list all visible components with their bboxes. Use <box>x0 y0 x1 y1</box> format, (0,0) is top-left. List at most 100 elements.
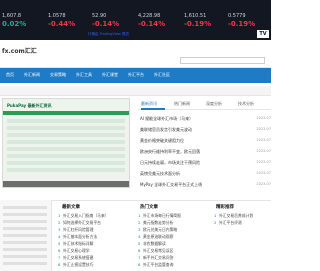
ticker-change: -0.44% <box>48 20 76 28</box>
news-title: MyPay 全球外汇交易平台正式上线 <box>140 182 203 187</box>
article-link[interactable]: 6 外汇交易常见误区 <box>138 248 210 254</box>
ticker-price: 52.90 <box>92 13 107 19</box>
nav-item-news[interactable]: 外汇新闻 <box>24 72 40 78</box>
main-nav: 首页 外汇新闻 交易策略 外汇工具 外汇课堂 外汇平台 外汇社区 <box>0 68 271 83</box>
tab-hot[interactable]: 热门新闻 <box>174 101 190 107</box>
ticker-item[interactable]: 1,610.51 -0.19% <box>184 13 211 28</box>
hero-row <box>7 119 125 123</box>
news-time: 2023-07 <box>256 182 271 186</box>
hero-row <box>7 147 125 151</box>
nav-item-community[interactable]: 外汇社区 <box>154 72 170 78</box>
article-link[interactable]: 8 外汇平台监管查询 <box>138 262 210 268</box>
mini-line <box>3 248 47 251</box>
news-item[interactable]: 英镑兑美元技术面分析 2023-07 <box>140 171 271 179</box>
article-link[interactable]: 1 外汇交易入门指南（马来） <box>58 213 132 219</box>
hero-header-bar <box>3 111 129 115</box>
hero-row <box>7 168 125 172</box>
article-link[interactable]: 1 外汇交易员养成计划 <box>214 213 269 219</box>
ticker-tape: 1,607.8 0.02% 1.0578 -0.44% 52.90 -0.14%… <box>0 0 271 40</box>
article-link[interactable]: 2 如何选择外汇交易平台 <box>58 220 132 226</box>
news-title: 英镑兑美元技术面分析 <box>140 171 180 176</box>
nav-item-strategy[interactable]: 交易策略 <box>50 72 66 78</box>
ticker-item[interactable]: 0.5779 -0.19% <box>228 13 255 28</box>
nav-item-platforms[interactable]: 外汇平台 <box>128 72 144 78</box>
article-link[interactable]: 7 外汇交易系统搭建 <box>58 255 132 261</box>
article-link[interactable]: 3 外汇杠杆风险管理 <box>58 227 132 233</box>
news-item[interactable]: AI 赋能全球外汇市场（马来） 2023-07 <box>140 116 271 124</box>
tab-technical[interactable]: 技术分析 <box>238 101 254 107</box>
article-link[interactable]: 5 非农数据解读 <box>138 241 210 247</box>
news-time: 2023-07 <box>256 127 271 131</box>
news-item[interactable]: 黄金价格突破关键阻力位 2023-07 <box>140 138 271 146</box>
hero-row <box>7 161 125 165</box>
search-input[interactable] <box>180 57 265 64</box>
news-item[interactable]: 欧洲央行维持利率不变，欧元回落 2023-07 <box>140 149 271 157</box>
article-link[interactable]: 4 黄金原油联动观察 <box>138 234 210 240</box>
banner-strip <box>0 86 271 96</box>
hero-row <box>7 154 125 158</box>
article-link[interactable]: 7 新手外汇交易问答 <box>138 255 210 261</box>
ticker-price: 1,607.8 <box>2 13 22 19</box>
hero-row <box>7 140 125 144</box>
article-link[interactable]: 4 外汇基本面分析方法 <box>58 234 132 240</box>
article-link[interactable]: 1 外汇市场每日行情简报 <box>138 213 210 219</box>
ticker-change: -0.14% <box>92 20 120 28</box>
article-link[interactable]: 6 外汇交易心理学 <box>58 248 132 254</box>
column-title-hot: 热门文章 <box>140 205 158 210</box>
mini-line <box>3 220 47 223</box>
ticker-credit-link[interactable]: 行情由 TradingView 提供 <box>88 32 129 37</box>
hero-title: PukaPay 最新外汇资讯 <box>7 103 52 108</box>
news-title: 美联储官员发言引发美元波动 <box>140 127 192 132</box>
tab-analysis[interactable]: 深度分析 <box>206 101 222 107</box>
tab-latest[interactable]: 最新资讯 <box>141 101 157 107</box>
mini-line <box>3 206 47 209</box>
site-logo[interactable]: fx.com汇汇 <box>2 46 37 55</box>
mini-line <box>3 255 47 258</box>
ticker-price: 4,228.98 <box>138 13 161 19</box>
news-title: 欧洲央行维持利率不变，欧元回落 <box>140 149 200 154</box>
news-time: 2023-07 <box>256 138 271 142</box>
nav-item-tools[interactable]: 外汇工具 <box>76 72 92 78</box>
article-link[interactable]: 8 外汇止损设置技巧 <box>58 262 132 268</box>
mini-sidebar <box>0 200 52 271</box>
hero-row <box>7 133 125 137</box>
column-title-latest: 最新文章 <box>62 205 80 210</box>
news-item[interactable]: 日元持续走弱，市场关注干预风险 2023-07 <box>140 160 271 168</box>
news-item[interactable]: 美联储官员发言引发美元波动 2023-07 <box>140 127 271 135</box>
ticker-item[interactable]: 52.90 -0.14% <box>92 13 119 28</box>
mini-line <box>3 234 47 237</box>
hero-caption-bar <box>3 181 129 187</box>
ticker-change: -0.19% <box>184 20 212 28</box>
ticker-price: 0.5779 <box>228 13 246 19</box>
nav-item-school[interactable]: 外汇课堂 <box>102 72 118 78</box>
hero-row <box>7 126 125 130</box>
ticker-change: -0.14% <box>138 20 166 28</box>
active-tab-indicator <box>141 108 165 110</box>
nav-item-home[interactable]: 首页 <box>6 72 14 78</box>
tradingview-logo-icon[interactable]: TV <box>257 30 269 38</box>
article-link[interactable]: 3 欧元兑美元日内策略 <box>138 227 210 233</box>
mini-line <box>3 227 47 230</box>
ticker-item[interactable]: 1,607.8 0.02% <box>2 13 26 28</box>
news-item[interactable]: MyPay 全球外汇交易平台正式上线 2023-07 <box>140 182 271 190</box>
ticker-change: -0.19% <box>228 20 256 28</box>
article-link[interactable]: 5 外汇技术指标详解 <box>58 241 132 247</box>
article-link[interactable]: 2 外汇平台评测 <box>214 220 269 226</box>
ticker-price: 1.0578 <box>48 13 66 19</box>
news-time: 2023-07 <box>256 160 271 164</box>
news-time: 2023-07 <box>256 171 271 175</box>
ticker-change: 0.02% <box>2 20 27 28</box>
hero-image[interactable]: PukaPay 最新外汇资讯 <box>2 98 130 188</box>
mini-line <box>3 213 47 216</box>
ticker-item[interactable]: 4,228.98 -0.14% <box>138 13 165 28</box>
news-title: 黄金价格突破关键阻力位 <box>140 138 184 143</box>
news-time: 2023-07 <box>256 149 271 153</box>
news-title: 日元持续走弱，市场关注干预风险 <box>140 160 200 165</box>
ticker-price: 1,610.51 <box>184 13 207 19</box>
ticker-item[interactable]: 1.0578 -0.44% <box>48 13 75 28</box>
article-link[interactable]: 2 美元指数走势分析 <box>138 220 210 226</box>
news-time: 2023-07 <box>256 116 271 120</box>
mini-line <box>3 241 47 244</box>
site-header: fx.com汇汇 <box>0 40 271 68</box>
column-title-recommend: 精彩推荐 <box>216 205 234 210</box>
